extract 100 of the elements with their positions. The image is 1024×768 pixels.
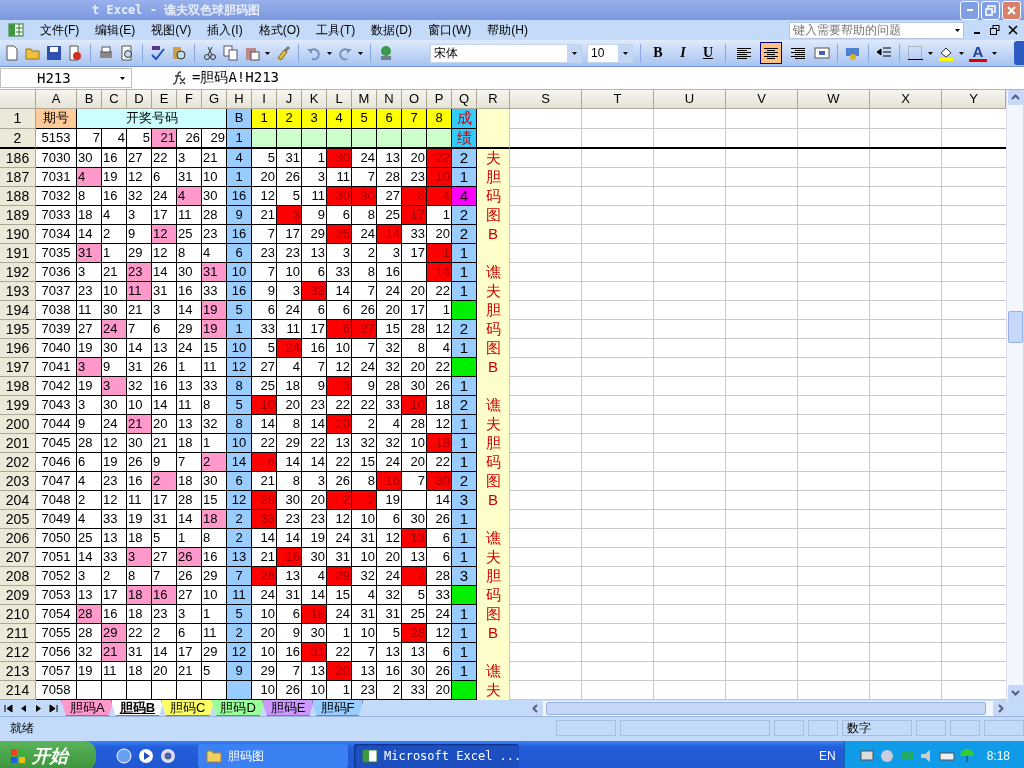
first-sheet-icon[interactable] [4, 703, 13, 713]
row-header[interactable]: 194 [0, 301, 36, 320]
row-header[interactable]: 191 [0, 244, 36, 263]
last-sheet-icon[interactable] [49, 703, 58, 713]
dropdown-caret-icon[interactable] [327, 51, 332, 55]
copy-icon[interactable] [223, 45, 239, 61]
spelling-icon[interactable] [150, 45, 166, 61]
column-header[interactable]: X [870, 90, 942, 109]
row-header[interactable]: 198 [0, 377, 36, 396]
new-file-icon[interactable] [4, 45, 20, 61]
column-header[interactable]: C [102, 90, 127, 109]
formula-field[interactable]: =胆码A!H213 [192, 69, 279, 87]
column-header[interactable]: H [227, 90, 252, 109]
menu-item[interactable]: 工具(T) [308, 21, 364, 39]
column-header[interactable]: B [77, 90, 102, 109]
column-header[interactable]: Y [942, 90, 1006, 109]
merge-center-icon[interactable] [814, 45, 830, 61]
menu-item[interactable]: 数据(D) [363, 21, 420, 39]
spreadsheet-icon[interactable] [362, 748, 378, 764]
row-header[interactable]: 212 [0, 643, 36, 662]
dropdown-caret-icon[interactable] [928, 51, 933, 55]
row-header[interactable]: 199 [0, 396, 36, 415]
align-center-button[interactable] [760, 42, 782, 64]
dropdown-caret-icon[interactable] [120, 76, 125, 80]
row-header[interactable]: 195 [0, 320, 36, 339]
help-search-field[interactable]: 键入需要帮助的问题 [789, 21, 964, 39]
row-header[interactable]: 211 [0, 624, 36, 643]
row-header[interactable]: 201 [0, 434, 36, 453]
save-icon[interactable] [46, 45, 62, 61]
column-header[interactable]: E [152, 90, 177, 109]
column-header[interactable]: Q [452, 90, 477, 109]
windows-flag-icon[interactable] [10, 748, 26, 764]
menu-item[interactable]: 窗口(W) [420, 21, 480, 39]
row-header[interactable]: 197 [0, 358, 36, 377]
menu-item[interactable]: 视图(V) [143, 21, 200, 39]
dropdown-caret-icon[interactable] [959, 51, 964, 55]
row-header[interactable]: 193 [0, 282, 36, 301]
sheet-tab[interactable]: 胆码F [311, 700, 364, 716]
row-header[interactable]: 1 [0, 109, 36, 129]
taskbar-button[interactable]: Microsoft Excel ... [354, 744, 519, 768]
column-header[interactable]: O [402, 90, 427, 109]
row-header[interactable]: 2 [0, 129, 36, 149]
row-header[interactable]: 192 [0, 263, 36, 282]
function-icon[interactable] [172, 70, 186, 86]
sheet-tab[interactable]: 胆码D [211, 700, 265, 716]
row-header[interactable]: 202 [0, 453, 36, 472]
paste-icon[interactable] [244, 45, 260, 61]
row-header[interactable]: 205 [0, 510, 36, 529]
row-header[interactable]: 210 [0, 605, 36, 624]
dropdown-caret-icon[interactable] [265, 51, 270, 55]
font-size-field[interactable]: 10 [587, 43, 633, 63]
row-header[interactable]: 190 [0, 225, 36, 244]
column-header[interactable]: D [127, 90, 152, 109]
restore-button[interactable] [981, 0, 1000, 20]
next-sheet-icon[interactable] [34, 703, 43, 713]
column-header[interactable]: L [327, 90, 352, 109]
dropdown-caret-icon[interactable] [992, 51, 997, 55]
column-header[interactable]: T [582, 90, 654, 109]
minimize-button[interactable] [960, 0, 979, 20]
format-painter-icon[interactable] [275, 45, 291, 61]
row-header[interactable]: 189 [0, 206, 36, 225]
umbrella-icon[interactable] [958, 748, 975, 764]
row-header[interactable]: 196 [0, 339, 36, 358]
row-header[interactable]: 207 [0, 548, 36, 567]
font-name-field[interactable]: 宋体 [430, 43, 582, 63]
menu-item[interactable]: 格式(O) [250, 21, 308, 39]
scroll-left-icon[interactable] [528, 700, 543, 716]
close-icon[interactable] [1008, 25, 1018, 35]
media-player-icon[interactable] [138, 748, 154, 764]
restore-icon[interactable] [990, 25, 1000, 35]
folder-icon[interactable] [206, 748, 222, 764]
column-header[interactable]: U [654, 90, 726, 109]
column-header[interactable]: F [177, 90, 202, 109]
taskbar-button[interactable]: 胆码图 [198, 744, 348, 768]
row-header[interactable]: 209 [0, 586, 36, 605]
language-indicator[interactable]: EN [818, 749, 836, 763]
scrollbar-thumb[interactable] [1008, 311, 1023, 343]
menu-item[interactable]: 文件(F) [32, 21, 88, 39]
column-header[interactable]: K [302, 90, 327, 109]
print-icon[interactable] [98, 45, 114, 61]
italic-button[interactable]: I [673, 43, 693, 63]
row-header[interactable]: 200 [0, 415, 36, 434]
fill-color-icon[interactable] [938, 45, 954, 61]
menu-item[interactable]: 编辑(E) [87, 21, 144, 39]
row-header[interactable]: 213 [0, 662, 36, 681]
sheet-tab[interactable]: 胆码E [261, 700, 315, 716]
sheet-tab[interactable]: 胆码B [110, 700, 165, 716]
column-header[interactable]: J [277, 90, 302, 109]
menu-item[interactable]: 插入(I) [199, 21, 251, 39]
name-box[interactable]: H213 [0, 68, 132, 88]
underline-button[interactable]: U [698, 43, 718, 63]
bold-button[interactable]: B [648, 43, 668, 63]
font-color-button[interactable]: A [969, 44, 987, 62]
row-header[interactable]: 187 [0, 168, 36, 187]
scroll-down-icon[interactable] [1007, 685, 1023, 700]
row-header[interactable]: 188 [0, 187, 36, 206]
globe-icon[interactable] [378, 45, 394, 61]
row-header[interactable]: 206 [0, 529, 36, 548]
row-header[interactable]: 186 [0, 149, 36, 168]
column-header[interactable]: P [427, 90, 452, 109]
